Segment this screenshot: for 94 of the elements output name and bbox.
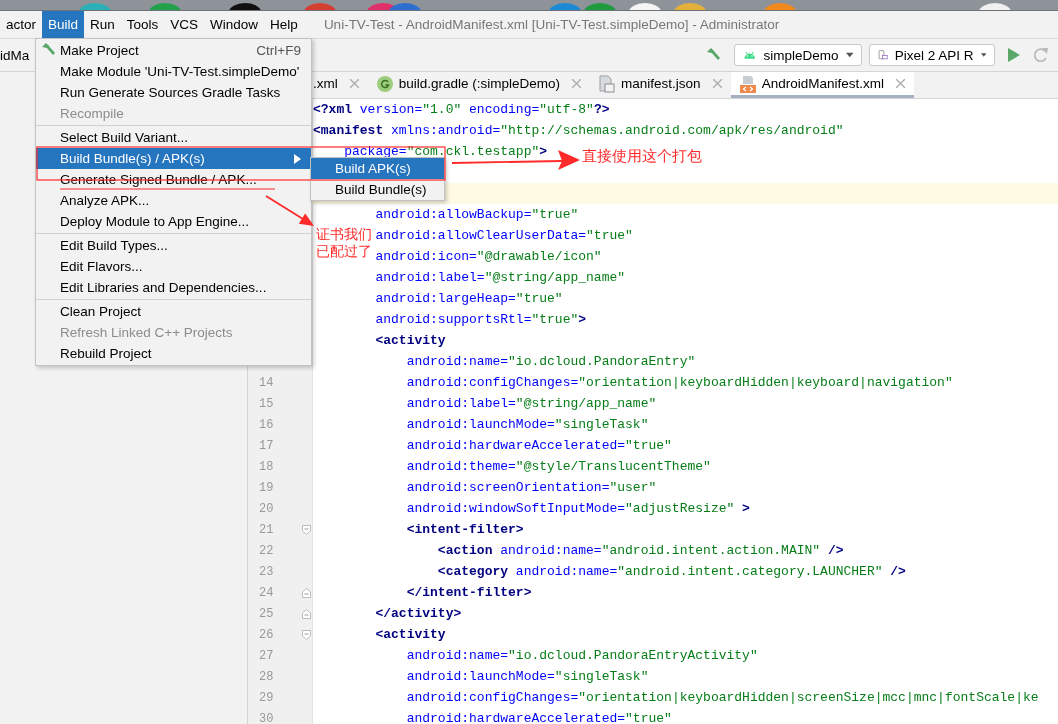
annotation-text: 证书我们已配过了 [316,226,372,260]
menu-item[interactable]: Build APK(s) [311,158,444,179]
code-line: android:screenOrientation="user" [406,480,657,495]
code-line: </activity> [375,606,462,621]
close-icon[interactable] [572,79,582,88]
line-number: 21 [259,522,274,537]
code-line: android:launchMode="singleTask" [406,417,649,432]
code-line: android:allowClearUserData="true" [375,228,633,243]
menu-bar-item[interactable]: actor [0,11,42,38]
editor-tab[interactable]: manifest.json [590,72,731,98]
close-icon[interactable] [712,79,722,88]
line-number: 17 [259,438,274,453]
rerun-icon[interactable] [1032,46,1050,64]
menu-item[interactable]: Clean Project [36,301,311,322]
line-number: 26 [259,627,274,642]
android-icon [743,49,757,61]
submenu-arrow-icon [294,153,301,164]
code-line: android:launchMode="singleTask" [406,669,649,684]
line-number: 19 [259,480,274,495]
line-number: 20 [259,501,274,516]
menu-item[interactable]: Deploy Module to App Engine... [36,211,311,232]
menu-bar-item[interactable]: Help [264,11,304,38]
breadcrumb[interactable]: idMa [0,47,30,63]
code-line: <category android:name="android.intent.category.LAUNCHER" /> [437,564,906,579]
code-line: android:icon="@drawable/icon" [375,249,602,264]
line-number: 14 [259,375,274,390]
menu-item[interactable]: Generate Signed Bundle / APK... [36,169,311,190]
menu-item[interactable]: Edit Build Types... [36,235,311,256]
menu-item[interactable]: Make Project Ctrl+F9 [36,40,311,61]
run-icon[interactable] [1008,48,1020,62]
caret-icon [845,52,853,58]
code-line: android:configChanges="orientation|keyboardHidden|keyboard|navigation" [406,375,953,390]
code-line: package="com.ckl.testapp"> [344,144,548,159]
code-line: </intent-filter> [406,585,532,600]
code-line: android:windowSoftInputMode="adjustResize" > [406,501,750,516]
menu-item[interactable]: Rebuild Project [36,343,311,364]
editor-tab[interactable]: build.gradle (:simpleDemo) [367,72,591,98]
close-icon[interactable] [349,79,359,88]
menu-item[interactable]: Build Bundle(s) / APK(s) [36,148,311,169]
code-line: <manifest xmlns:android="http://schemas.android.com/apk/res/android" [313,123,844,138]
menu-bar-item[interactable]: Run [84,11,121,38]
menu-bar-item[interactable]: VCS [164,11,205,38]
code-line: android:supportsRtl="true"> [375,312,587,327]
code-line: android:hardwareAccelerated="true" [406,438,672,453]
code-line: <intent-filter> [406,522,524,537]
annotation-arrow [265,195,314,226]
line-number: 23 [259,564,274,579]
fold-icon[interactable] [302,524,311,535]
configuration-dropdown[interactable]: simpleDemo [734,44,862,66]
line-number: 30 [259,711,274,724]
menu-bar-item[interactable]: Tools [120,11,165,38]
menu-item[interactable]: Analyze APK... [36,190,311,211]
line-number: 27 [259,648,274,663]
line-number: 22 [259,543,274,558]
close-icon[interactable] [895,79,905,88]
code-line: android:name="io.dcloud.PandoraEntry" [406,354,696,369]
menu-item[interactable]: Edit Flavors... [36,256,311,277]
line-number: 16 [259,417,274,432]
line-number: 29 [259,690,274,705]
code-line: android:label="@string/app_name" [375,270,626,285]
code-line: android:largeHeap="true" [375,291,563,306]
keyboard-shortcut: Ctrl+F9 [256,43,301,58]
device-dropdown[interactable]: Pixel 2 API R [869,44,995,66]
menu-item[interactable]: Edit Libraries and Dependencies... [36,277,311,298]
menu-bar-item[interactable]: Build [42,11,85,38]
line-number: 18 [259,459,274,474]
fold-icon[interactable] [302,608,311,619]
code-line: android:allowBackup="true" [375,207,579,222]
menu-item[interactable]: Select Build Variant... [36,127,311,148]
code-file-icon [739,74,756,93]
line-number: 25 [259,606,274,621]
code-line: android:name="io.dcloud.PandoraEntryActivity" [406,648,758,663]
line-number: 28 [259,669,274,684]
code-line: android:label="@string/app_name" [406,396,657,411]
fold-icon[interactable] [302,629,311,640]
menu-item[interactable]: Build Bundle(s) [311,179,444,200]
code-line: <activity [375,333,446,348]
line-number: 24 [259,585,274,600]
code-line: android:hardwareAccelerated="true" [406,711,672,724]
code-line: <activity [375,627,446,642]
editor-tab[interactable]: AndroidManifest.xml [730,72,914,98]
fold-icon[interactable] [302,587,311,598]
hammer-icon [40,42,56,58]
menu-bar-item[interactable]: Window [204,11,265,38]
line-number: 15 [259,396,274,411]
circle-icon [376,75,393,92]
code-line: android:theme="@style/TranslucentTheme" [406,459,711,474]
window-title: Uni-TV-Test - AndroidManifest.xml [Uni-TV-Test.simpleDemo] - Administrator [323,16,780,34]
hammer-icon[interactable] [705,47,721,63]
code-line: android:configChanges="orientation|keyboardHidden|screenSize|mcc|mnc|fontScale|ke [406,690,1039,705]
caret-icon [980,52,986,58]
code-line: <?xml version="1.0" encoding="utf-8"?> [313,102,610,117]
code-line: <action android:name="android.intent.action.MAIN" /> [437,543,844,558]
annotation-text: 直接使用这个打包 [582,147,702,165]
